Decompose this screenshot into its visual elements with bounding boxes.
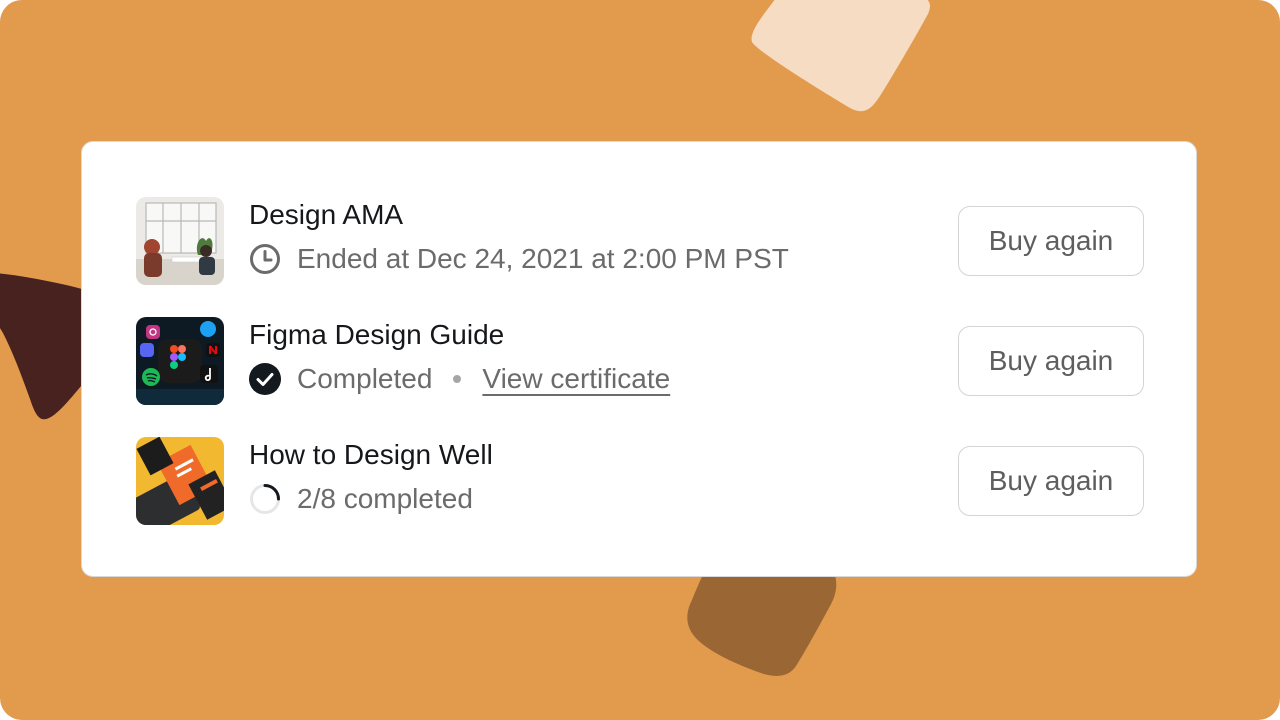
view-certificate-link[interactable]: View certificate (482, 361, 670, 397)
clock-icon (249, 243, 281, 275)
background-canvas: Design AMA Ended at Dec 24, 2021 at 2:00… (0, 0, 1280, 720)
order-title: How to Design Well (249, 439, 493, 470)
order-status: Completed View certificate (249, 361, 670, 397)
buy-again-button[interactable]: Buy again (958, 446, 1144, 516)
status-text: Ended at Dec 24, 2021 at 2:00 PM PST (297, 243, 789, 274)
status-text: Completed (297, 363, 433, 394)
decorative-shape-light (751, 0, 930, 112)
order-row: Figma Design Guide Completed View certif… (136, 317, 1144, 405)
order-status: 2/8 completed (249, 481, 473, 517)
thumbnail-app-icons (136, 317, 224, 405)
decorative-shape-dark (0, 273, 82, 420)
buy-again-button[interactable]: Buy again (958, 326, 1144, 396)
check-circle-icon (249, 363, 281, 395)
order-row: How to Design Well 2/8 completed Buy aga… (136, 437, 1144, 525)
orders-card: Design AMA Ended at Dec 24, 2021 at 2:00… (81, 141, 1197, 577)
status-text: 2/8 completed (297, 483, 473, 514)
order-row: Design AMA Ended at Dec 24, 2021 at 2:00… (136, 197, 1144, 285)
thumbnail-office-meeting (136, 197, 224, 285)
order-title: Design AMA (249, 199, 404, 230)
thumbnail-design-books (136, 437, 224, 525)
progress-ring-icon (249, 483, 281, 515)
order-title: Figma Design Guide (249, 319, 505, 350)
separator-dot (453, 375, 462, 383)
buy-again-button[interactable]: Buy again (958, 206, 1144, 276)
order-status: Ended at Dec 24, 2021 at 2:00 PM PST (249, 241, 789, 277)
